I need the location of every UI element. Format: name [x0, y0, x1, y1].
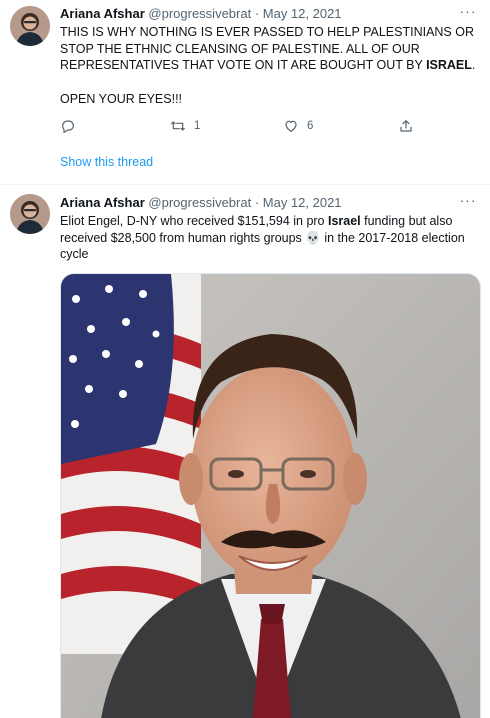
separator-dot: ·	[251, 6, 263, 21]
tweet-text-part: .	[471, 58, 476, 72]
portrait-image	[61, 274, 480, 718]
retweet-icon	[171, 121, 185, 131]
tweet-text-bold: Israel	[327, 214, 361, 228]
author-name[interactable]: Ariana Afshar	[60, 195, 145, 210]
tweet-text-bold: ISRAEL	[426, 58, 472, 72]
skull-emoji-icon: 💀	[305, 229, 321, 245]
reply-button[interactable]	[60, 117, 84, 135]
share-icon	[400, 120, 412, 132]
avatar[interactable]	[10, 6, 50, 46]
tweet-date[interactable]: May 12, 2021	[263, 195, 342, 210]
like-button[interactable]: 6	[283, 117, 313, 135]
heart-icon	[285, 120, 297, 132]
show-thread-link[interactable]: Show this thread	[60, 155, 153, 169]
tweet-header: Ariana Afshar @progressivebrat · May 12,…	[60, 5, 342, 22]
more-icon[interactable]: ···	[458, 4, 478, 22]
tweet-text: THIS IS WHY NOTHING IS EVER PASSED TO HE…	[60, 24, 480, 74]
tweet-text: Eliot Engel, D-NY who received $151,594 …	[60, 213, 480, 263]
tweet-1[interactable]: Ariana Afshar @progressivebrat · May 12,…	[0, 0, 490, 184]
tweet-header: Ariana Afshar @progressivebrat · May 12,…	[60, 194, 342, 211]
author-handle[interactable]: @progressivebrat	[148, 195, 251, 210]
more-icon[interactable]: ···	[458, 193, 478, 211]
tweet-text-part: THIS IS WHY NOTHING IS EVER PASSED TO HE…	[60, 25, 474, 72]
author-name[interactable]: Ariana Afshar	[60, 6, 145, 21]
tweet-text-line2: OPEN YOUR EYES!!!	[60, 92, 183, 106]
tweet-date[interactable]: May 12, 2021	[263, 6, 342, 21]
like-count: 6	[307, 120, 314, 132]
tweet-actions: 1 6	[60, 117, 420, 135]
share-button[interactable]	[398, 117, 414, 135]
avatar[interactable]	[10, 194, 50, 234]
separator-dot: ·	[251, 195, 263, 210]
retweet-button[interactable]: 1	[170, 117, 200, 135]
author-handle[interactable]: @progressivebrat	[148, 6, 251, 21]
reply-icon	[62, 120, 74, 133]
tweet-text-part: Eliot Engel, D-NY who received $151,594 …	[60, 214, 328, 228]
retweet-count: 1	[194, 120, 201, 132]
tweet-photo[interactable]	[60, 273, 481, 718]
